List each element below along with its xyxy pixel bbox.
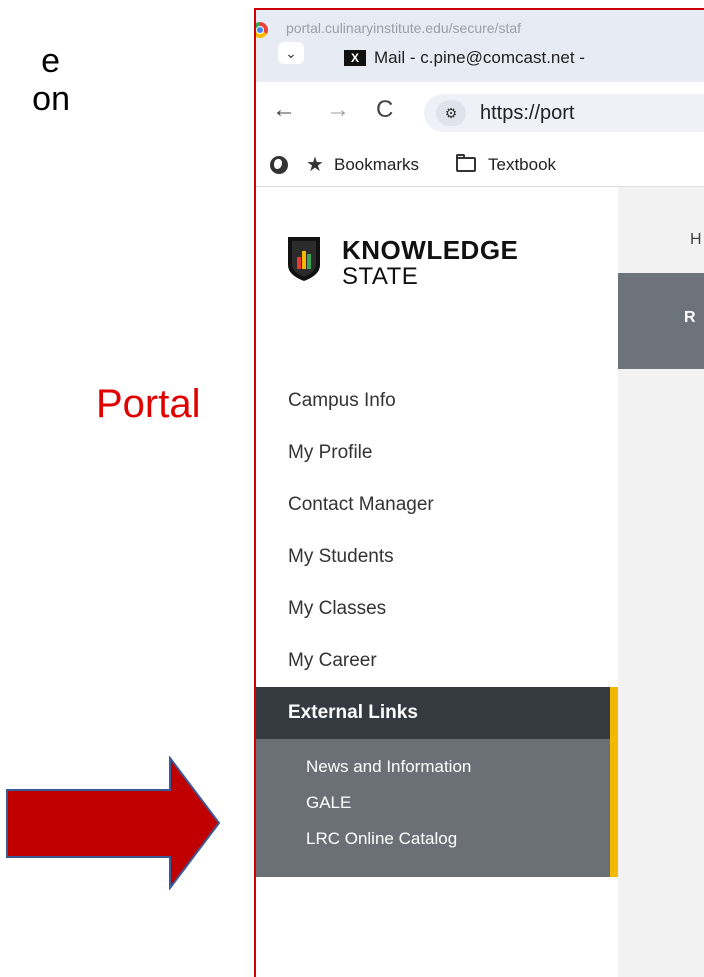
- banner-text: R: [684, 309, 696, 326]
- tab-search-chevron-icon[interactable]: ⌄: [278, 42, 304, 64]
- star-icon: ★: [306, 154, 324, 176]
- textbook-folder-link[interactable]: Textbook: [488, 155, 556, 175]
- submenu-item-lrc-online-catalog[interactable]: LRC Online Catalog: [256, 821, 610, 857]
- sidebar-item-campus-info[interactable]: Campus Info: [256, 375, 618, 427]
- logo-wordmark-line2: STATE: [342, 263, 419, 290]
- slide-text-fragment: on: [32, 80, 70, 118]
- address-bar-url: https://port: [480, 102, 575, 124]
- folder-icon: [456, 154, 476, 172]
- sidebar-item-my-profile[interactable]: My Profile: [256, 427, 618, 479]
- red-arrow-icon: [6, 756, 221, 890]
- logo-wordmark-line1: KNOWLEDGE: [342, 235, 519, 265]
- globe-icon[interactable]: [270, 156, 288, 174]
- submenu-item-news-and-information[interactable]: News and Information: [256, 749, 610, 785]
- breadcrumb[interactable]: H: [690, 231, 702, 249]
- sidebar-item-external-links[interactable]: External Links: [256, 687, 618, 739]
- sidebar-nav: Campus Info My Profile Contact Manager M…: [256, 375, 618, 877]
- browser-toolbar: ← → C ⚙ https://port: [256, 82, 704, 144]
- slide-text-fragment: e: [41, 42, 60, 80]
- external-links-submenu: News and Information GALE LRC Online Cat…: [256, 739, 618, 877]
- back-arrow-icon[interactable]: ←: [272, 98, 296, 122]
- site-info-icon[interactable]: ⚙: [436, 100, 466, 126]
- shield-logo-icon: [288, 237, 320, 281]
- main-content: H R: [618, 187, 704, 977]
- reload-icon[interactable]: C: [376, 98, 393, 122]
- content-banner: R: [618, 273, 704, 369]
- portal-sidebar: KNOWLEDGE STATE Campus Info My Profile C…: [256, 187, 618, 977]
- tab-strip: portal.culinaryinstitute.edu/secure/staf…: [256, 10, 704, 82]
- browser-screenshot: portal.culinaryinstitute.edu/secure/staf…: [254, 8, 704, 977]
- portal-annotation-label: Portal: [96, 382, 201, 426]
- forward-arrow-icon[interactable]: →: [326, 98, 350, 122]
- address-bar[interactable]: ⚙ https://port: [424, 94, 704, 132]
- sidebar-item-contact-manager[interactable]: Contact Manager: [256, 479, 618, 531]
- page-url-text: portal.culinaryinstitute.edu/secure/staf: [286, 20, 522, 36]
- sidebar-item-my-classes[interactable]: My Classes: [256, 583, 618, 635]
- sidebar-item-my-students[interactable]: My Students: [256, 531, 618, 583]
- bookmarks-link[interactable]: Bookmarks: [334, 155, 419, 175]
- sidebar-item-my-career[interactable]: My Career: [256, 635, 618, 687]
- tab-title[interactable]: Mail - c.pine@comcast.net -: [374, 48, 585, 68]
- chrome-logo-icon: [256, 22, 268, 38]
- mail-favicon-icon: X: [344, 50, 366, 66]
- bookmarks-bar: ★ Bookmarks Textbook: [256, 144, 704, 187]
- submenu-item-gale[interactable]: GALE: [256, 785, 610, 821]
